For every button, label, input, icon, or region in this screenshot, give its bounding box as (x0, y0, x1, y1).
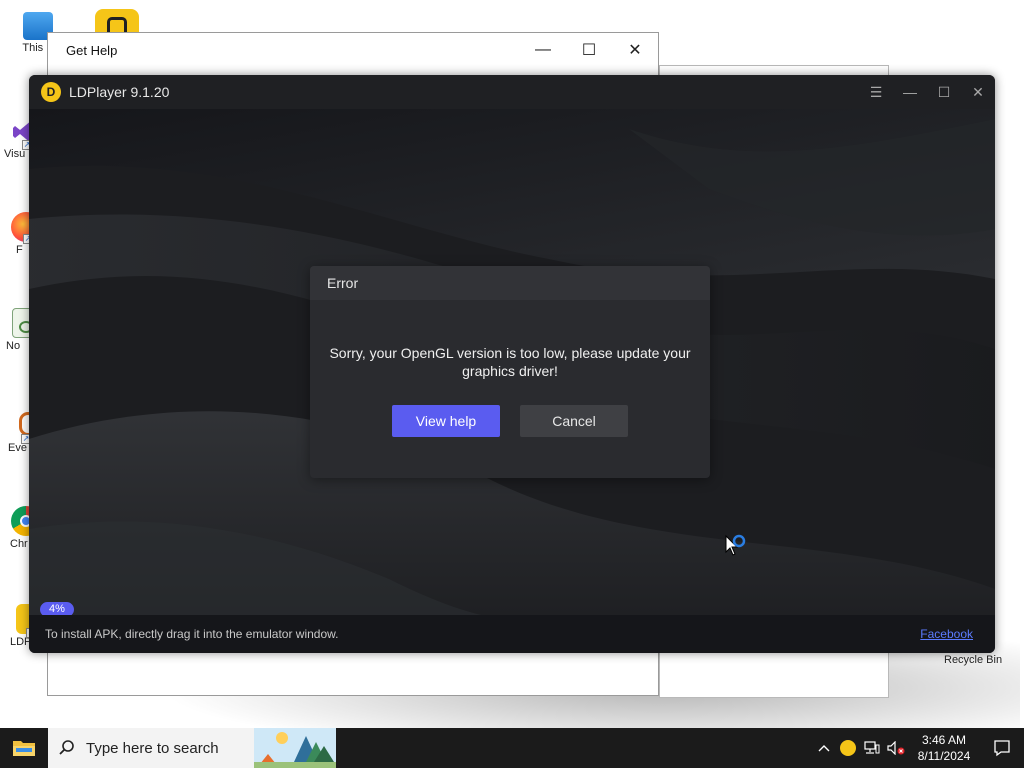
menu-button[interactable]: ☰ (859, 75, 893, 109)
ldplayer-tray-icon (840, 740, 856, 756)
error-dialog-title: Error (327, 275, 359, 291)
ldplayer-window: D LDPlayer 9.1.20 ☰ — ☐ ✕ Error Sorry, y… (29, 75, 995, 653)
maximize-button[interactable]: ☐ (927, 75, 961, 109)
close-icon: ✕ (972, 83, 984, 100)
cancel-button[interactable]: Cancel (520, 405, 628, 437)
file-explorer-button[interactable] (0, 728, 48, 768)
folder-icon (13, 741, 35, 756)
close-button[interactable]: ✕ (612, 33, 658, 67)
get-help-titlebar[interactable]: Get Help — ☐ ✕ (48, 33, 658, 67)
chevron-up-icon (818, 745, 830, 752)
show-hidden-icons-button[interactable] (812, 728, 836, 768)
minimize-button[interactable]: — (520, 33, 566, 67)
clock-time: 3:46 AM (921, 733, 967, 747)
search-highlight-illustration-icon (254, 728, 336, 768)
notification-icon (994, 740, 1010, 757)
minimize-icon: — (903, 84, 917, 100)
taskbar-clock[interactable]: 3:46 AM 8/11/2024 (908, 732, 980, 764)
ldplayer-title: LDPlayer 9.1.20 (69, 84, 170, 100)
error-message: Sorry, your OpenGL version is too low, p… (329, 345, 691, 379)
view-help-button[interactable]: View help (392, 405, 500, 437)
close-icon: ✕ (628, 42, 642, 59)
get-help-title: Get Help (66, 42, 118, 58)
search-icon (59, 740, 74, 755)
taskbar: Type here to search 3:46 AM 8/11/2024 (0, 728, 1024, 768)
minimize-icon: — (535, 41, 551, 58)
network-icon (864, 741, 880, 754)
search-placeholder: Type here to search (86, 739, 219, 757)
network-button[interactable] (860, 728, 884, 768)
install-apk-tip: To install APK, directly drag it into th… (45, 627, 339, 641)
minimize-button[interactable]: — (893, 75, 927, 109)
taskbar-search-box[interactable]: Type here to search (48, 728, 336, 768)
maximize-button[interactable]: ☐ (566, 33, 612, 67)
facebook-link[interactable]: Facebook (920, 627, 973, 641)
maximize-icon: ☐ (937, 83, 951, 100)
volume-muted-icon (887, 741, 905, 755)
volume-button[interactable] (884, 728, 908, 768)
clock-date: 8/11/2024 (917, 749, 971, 763)
maximize-icon: ☐ (581, 42, 597, 59)
busy-cursor-icon (725, 534, 746, 556)
error-dialog-header: Error (310, 266, 710, 300)
error-dialog: Error Sorry, your OpenGL version is too … (310, 266, 710, 478)
close-button[interactable]: ✕ (961, 75, 995, 109)
ldplayer-tray-button[interactable] (836, 728, 860, 768)
menu-icon: ☰ (869, 83, 883, 100)
ldplayer-logo-icon: D (41, 82, 61, 102)
ldplayer-footer: To install APK, directly drag it into th… (29, 615, 995, 653)
ldplayer-titlebar[interactable]: D LDPlayer 9.1.20 ☰ — ☐ ✕ (29, 75, 995, 109)
action-center-button[interactable] (980, 728, 1024, 768)
recycle-bin-label: Recycle Bin (944, 654, 1003, 666)
